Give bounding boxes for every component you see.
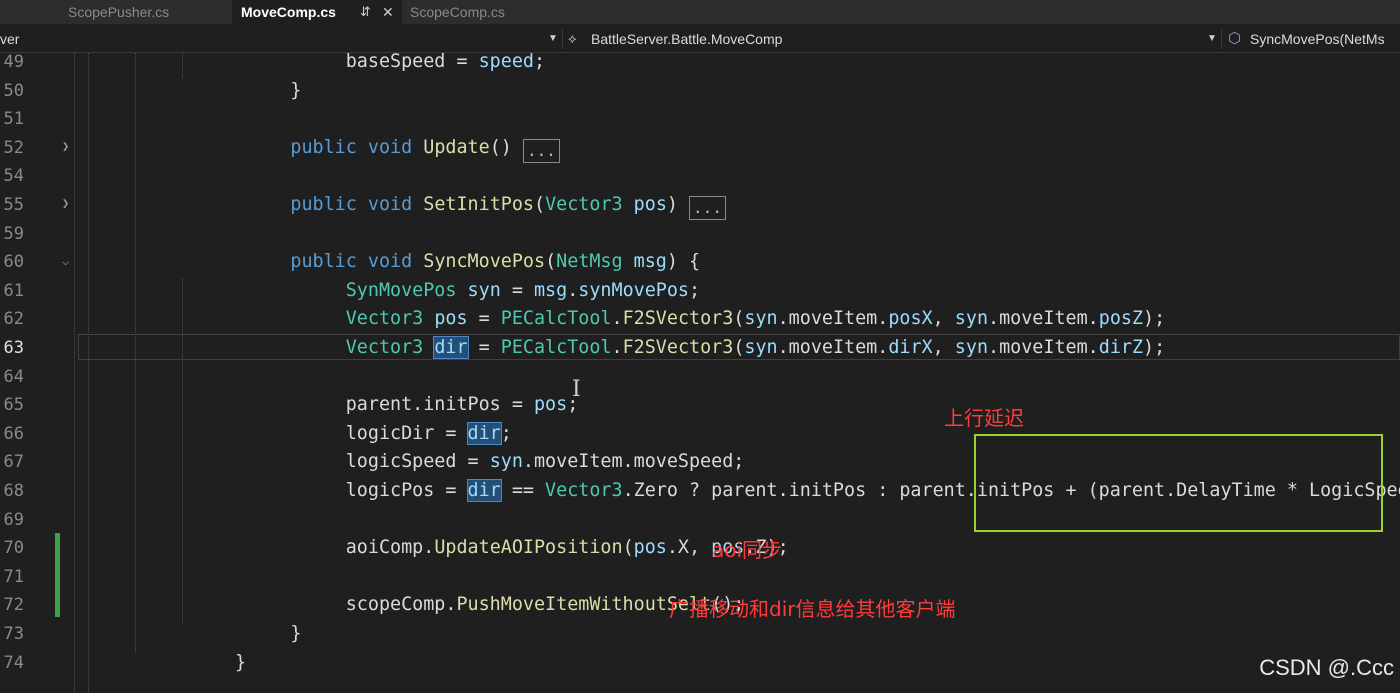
code-line-66: logicDir = dir; [345, 421, 512, 445]
code-line-52: public void Update() ... [80, 138, 560, 168]
method-dropdown[interactable]: SyncMovePos(NetMs [1250, 26, 1385, 52]
code-line-67: logicSpeed = syn.moveItem.moveSpeed; [345, 451, 745, 473]
code-line-63: Vector3 dir = PECalcTool.F2SVector3(syn.… [345, 336, 1166, 359]
line-number: 72 [3, 596, 24, 616]
expand-chevron-icon[interactable]: ❯ [62, 139, 69, 153]
code-line-70: aoiComp.UpdateAOIPosition(pos.X, pos.Z); [345, 537, 789, 559]
line-number: 65 [3, 396, 24, 416]
line-number: 68 [3, 482, 24, 501]
class-icon: ⟡ [568, 31, 577, 46]
line-number: 55 [3, 196, 24, 215]
code-line-74: } [235, 651, 247, 673]
fold-guide [74, 53, 75, 693]
tab-bar: ScopePusher.cs MoveComp.cs ⇵ ✕ ScopeComp… [0, 0, 1400, 24]
line-number-gutter: 49 50 51 52 54 55 59 60 61 62 63 64 65 6… [0, 53, 55, 693]
project-dropdown[interactable]: ver [0, 26, 19, 52]
selected-identifier[interactable]: dir [433, 336, 469, 359]
line-number: 59 [3, 224, 24, 244]
line-number: 61 [3, 281, 24, 301]
line-number: 50 [3, 81, 24, 101]
line-number: 49 [3, 53, 24, 72]
code-line-73: } [290, 623, 302, 644]
expand-chevron-icon[interactable]: ❯ [62, 196, 69, 210]
tab-scopepusher[interactable]: ScopePusher.cs [68, 0, 228, 24]
line-number: 51 [3, 110, 24, 130]
divider [562, 29, 563, 49]
code-line-55: public void SetInitPos(Vector3 pos) ... [80, 195, 726, 225]
change-indicator [55, 533, 60, 617]
annotation-broadcast: 广播移动和dir信息给其他客户端 [669, 597, 956, 621]
chevron-down-icon[interactable]: ▼ [1207, 26, 1217, 52]
code-line-65: parent.initPos = pos; [345, 394, 579, 416]
collapsed-region-button[interactable]: ... [522, 138, 560, 163]
identifier-reference[interactable]: dir [466, 479, 502, 502]
code-line-49: baseSpeed = speed; [345, 51, 546, 72]
line-number: 66 [3, 424, 24, 444]
line-number-current: 63 [3, 339, 24, 358]
line-number: 64 [3, 367, 24, 387]
line-number: 54 [3, 167, 24, 187]
watermark: CSDN @.Ccc [1259, 655, 1394, 680]
code-line-61: SynMovePos syn = msg.synMovePos; [345, 279, 701, 301]
code-line-72: scopeComp.PushMoveItemWithoutSelt(); [345, 594, 745, 616]
chevron-down-icon[interactable]: ▼ [548, 26, 558, 52]
line-number: 69 [3, 510, 24, 530]
identifier-reference[interactable]: dir [466, 421, 502, 445]
text-cursor-icon: I [572, 377, 581, 402]
collapsed-region-button[interactable]: ... [689, 196, 726, 220]
code-line-62: Vector3 pos = PECalcTool.F2SVector3(syn.… [345, 308, 1166, 330]
navigation-bar: ver ▼ ⟡ BattleServer.Battle.MoveComp ▼ ⬡… [0, 26, 1400, 53]
collapse-chevron-icon[interactable]: ⌵ [62, 254, 69, 268]
line-number: 67 [3, 453, 24, 473]
line-number: 74 [3, 653, 24, 673]
code-line-60: public void SyncMovePos(NetMsg msg) { [290, 251, 701, 273]
line-number: 71 [3, 567, 24, 587]
divider [1221, 29, 1222, 49]
pin-icon[interactable]: ⇵ [360, 0, 371, 24]
line-number: 70 [3, 539, 24, 559]
code-line-50: } [290, 79, 302, 101]
tab-scopecomp[interactable]: ScopeComp.cs [410, 0, 568, 24]
method-cube-icon: ⬡ [1228, 30, 1242, 47]
line-number: 60 [3, 253, 24, 273]
annotation-aoi-sync: aoi同步 [712, 538, 783, 562]
line-number: 73 [3, 625, 24, 644]
tab-movecomp[interactable]: MoveComp.cs ⇵ ✕ [232, 0, 402, 24]
close-icon[interactable]: ✕ [382, 0, 394, 24]
class-dropdown[interactable]: BattleServer.Battle.MoveComp [591, 26, 782, 52]
annotation-highlight-box [974, 434, 1383, 532]
line-number: 52 [3, 138, 24, 158]
annotation-uplink-delay: 上行延迟 [944, 406, 1024, 430]
line-number: 62 [3, 310, 24, 330]
